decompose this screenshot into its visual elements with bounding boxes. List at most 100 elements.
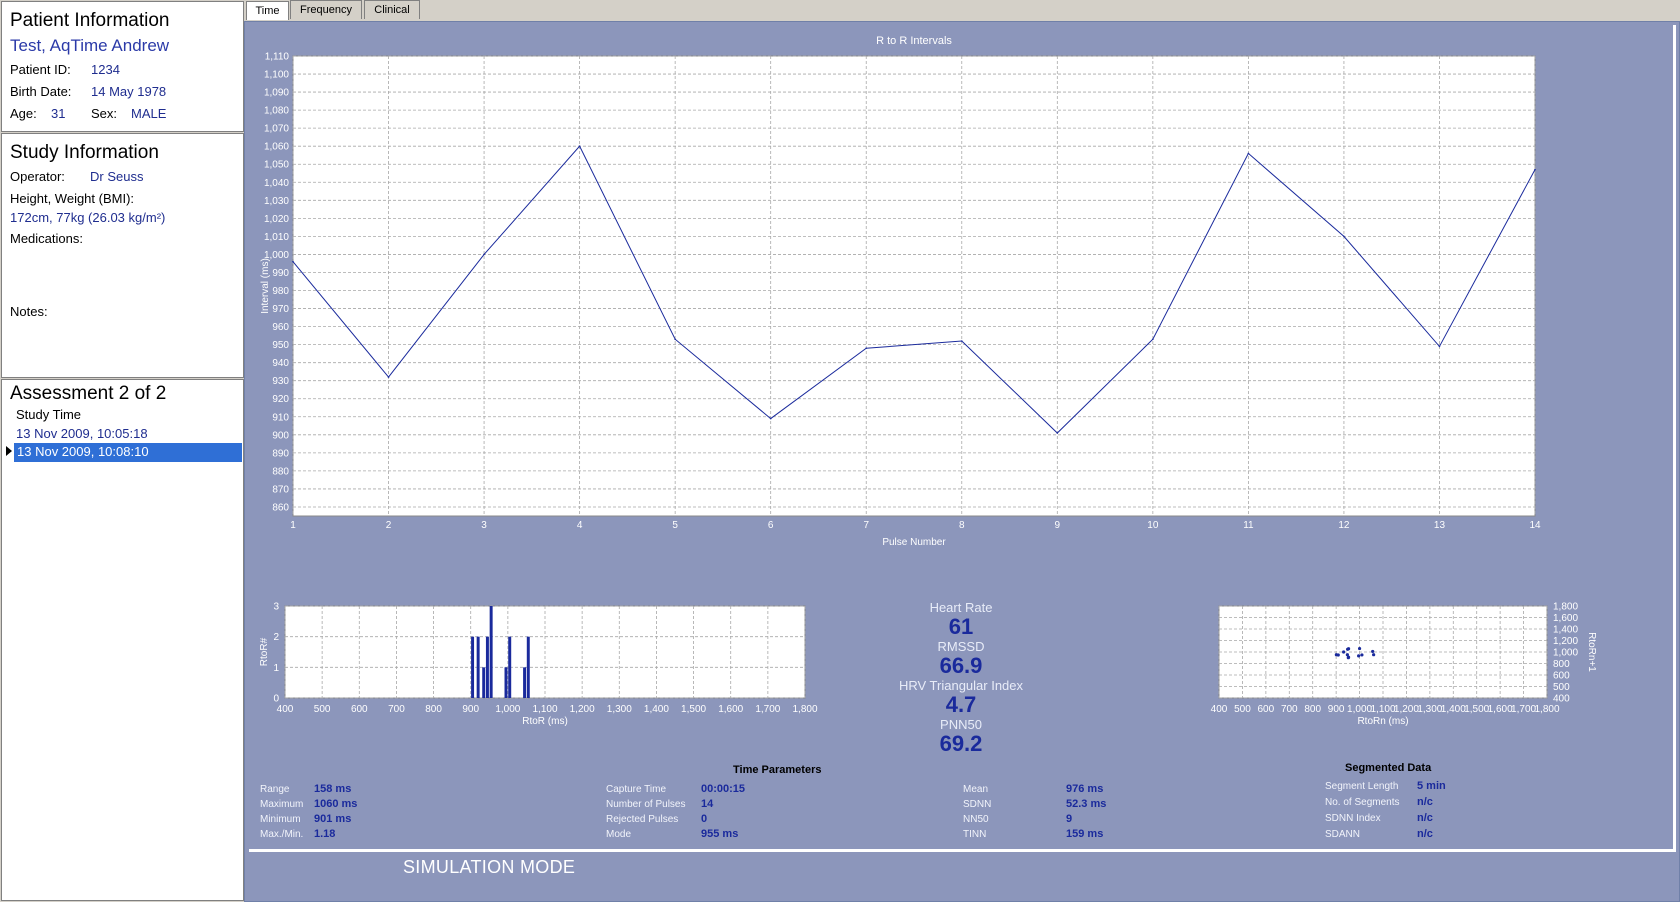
x-tick-label: 2	[386, 520, 392, 531]
poincare-point	[1334, 653, 1338, 657]
rr-data-point	[1056, 432, 1059, 434]
time-analysis-panel: 860 870 880 890 900 910 920 930 940 950 960 970 980 9…	[244, 21, 1680, 902]
rr-data-point	[578, 145, 581, 147]
parameter-label: NN50	[963, 814, 989, 825]
rr-data-point	[1438, 345, 1441, 348]
parameter-label: No. of Segments	[1325, 797, 1400, 808]
parameter-value: 14	[701, 798, 714, 810]
poincare-point	[1342, 650, 1346, 654]
y-tick-label: 910	[272, 412, 289, 423]
parameter-label: Maximum	[260, 799, 304, 810]
poincare-point	[1346, 656, 1350, 660]
y-tick-label: 1	[273, 663, 279, 674]
parameter-value: 158 ms	[314, 783, 352, 795]
sex-label: Sex:	[91, 106, 118, 121]
x-tick-label: 1,800	[1534, 704, 1559, 715]
parameter-value: 901 ms	[314, 813, 352, 825]
sex-value: MALE	[131, 106, 167, 121]
y-tick-label: 1,080	[264, 106, 289, 117]
segmented-data-title: Segmented Data	[1345, 762, 1432, 774]
parameter-label: SDANN	[1325, 829, 1361, 840]
y-tick-label: 1,100	[264, 70, 289, 81]
y-tick-label: 1,400	[1553, 625, 1578, 636]
plot-area	[292, 55, 1536, 517]
y-axis-label: RtoRn+1	[1586, 632, 1597, 672]
assessment-panel: Assessment 2 of 2 Study Time 13 Nov 2009…	[1, 379, 244, 901]
y-axis-label: Interval (ms)	[260, 258, 271, 314]
y-axis-label: RtoR#	[259, 637, 270, 666]
x-axis-label: RtoR (ms)	[522, 716, 568, 727]
x-tick-label: 800	[425, 704, 442, 715]
patient-information-panel: Patient Information Test, AqTime Andrew …	[1, 1, 244, 132]
poincare-point	[1372, 653, 1376, 657]
rmssd-value: 66.9	[939, 653, 983, 678]
pnn50-value: 69.2	[939, 731, 983, 756]
parameter-label: Max./Min.	[260, 829, 304, 840]
rr-data-point	[1343, 235, 1345, 238]
rr-data-point	[1534, 168, 1536, 171]
y-tick-label: 950	[272, 340, 289, 351]
x-tick-label: 700	[388, 704, 405, 715]
heart-rate-label: Heart Rate	[929, 600, 993, 615]
parameter-value: 0	[701, 813, 708, 825]
operator-value: Dr Seuss	[90, 169, 144, 184]
y-tick-label: 930	[272, 376, 289, 387]
parameter-label: TINN	[963, 829, 987, 840]
height-weight-label: Height, Weight (BMI):	[10, 191, 135, 206]
rr-data-point	[674, 338, 676, 341]
y-tick-label: 1,800	[1553, 602, 1578, 613]
time-parameters-title: Time Parameters	[733, 764, 822, 776]
x-tick-label: 500	[1234, 704, 1251, 715]
rr-data-point	[865, 347, 868, 350]
x-tick-label: 1,500	[681, 704, 706, 715]
tab-time[interactable]: Time	[246, 1, 289, 20]
y-tick-label: 880	[272, 466, 289, 477]
x-tick-label: 11	[1243, 520, 1254, 531]
left-panel: Patient Information Test, AqTime Andrew …	[1, 1, 244, 901]
heart-rate-value: 61	[948, 614, 974, 639]
study-information-title: Study Information	[10, 142, 159, 163]
y-tick-label: 860	[272, 502, 289, 513]
assessment-item[interactable]: 13 Nov 2009, 10:05:18	[16, 426, 148, 441]
row-pointer-icon	[6, 446, 12, 456]
parameter-value: 1.18	[314, 828, 336, 840]
x-tick-label: 700	[1281, 704, 1298, 715]
tab-clinical[interactable]: Clinical	[364, 0, 420, 19]
parameter-value: 1060 ms	[314, 798, 358, 810]
y-tick-label: 1,090	[264, 88, 289, 99]
chart-title: R to R Intervals	[876, 35, 952, 47]
x-tick-label: 600	[1258, 704, 1275, 715]
y-tick-label: 990	[272, 268, 289, 279]
y-tick-label: 2	[273, 632, 279, 643]
y-tick-label: 970	[272, 304, 289, 315]
x-tick-label: 600	[351, 704, 368, 715]
assessment-item-selected[interactable]: 13 Nov 2009, 10:08:10	[14, 443, 242, 462]
x-tick-label: 1,200	[1394, 704, 1419, 715]
tab-frequency[interactable]: Frequency	[290, 0, 362, 19]
hrv-index-label: HRV Triangular Index	[898, 678, 1024, 693]
x-tick-label: 1,300	[607, 704, 632, 715]
medications-label: Medications:	[10, 231, 83, 246]
x-tick-label: 400	[1211, 704, 1228, 715]
x-tick-label: 1,600	[1488, 704, 1513, 715]
rr-data-point	[960, 340, 963, 342]
parameter-value: 5 min	[1417, 780, 1446, 792]
parameter-label: Mean	[963, 784, 989, 795]
y-tick-label: 1,020	[264, 214, 289, 225]
study-information-panel: Study Information Operator: Dr Seuss Hei…	[1, 133, 244, 378]
parameter-value: 52.3 ms	[1066, 798, 1107, 810]
x-tick-label: 3	[481, 520, 487, 531]
poincare-point	[1360, 653, 1364, 657]
x-tick-label: 1,200	[570, 704, 595, 715]
y-tick-label: 1,050	[264, 160, 289, 171]
x-tick-label: 6	[768, 520, 774, 531]
y-tick-label: 600	[1553, 671, 1570, 682]
patient-name: Test, AqTime Andrew	[10, 36, 170, 55]
x-tick-label: 1,800	[792, 704, 817, 715]
y-tick-label: 0	[273, 694, 279, 705]
y-tick-label: 920	[272, 394, 289, 405]
rr-data-point	[1247, 152, 1250, 155]
assessment-title: Assessment 2 of 2	[10, 383, 167, 404]
y-tick-label: 980	[272, 286, 289, 297]
y-tick-label: 500	[1553, 682, 1570, 693]
